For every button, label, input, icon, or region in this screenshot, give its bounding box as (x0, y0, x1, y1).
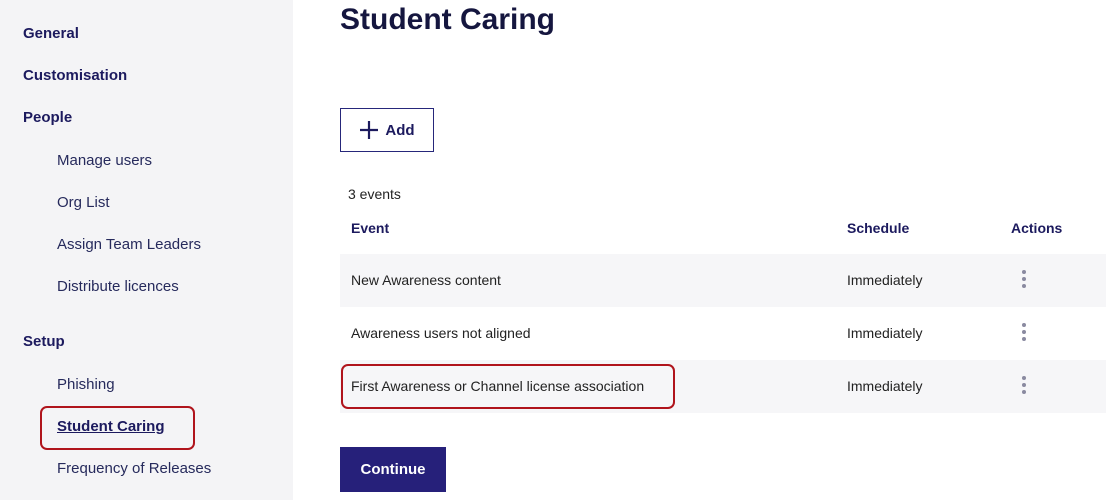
sidebar-item-phishing[interactable]: Phishing (57, 376, 115, 393)
sidebar-item-manage-users[interactable]: Manage users (57, 152, 152, 169)
table-row: New Awareness content Immediately (340, 254, 1106, 307)
sidebar-section-setup[interactable]: Setup (23, 333, 65, 350)
plus-icon (360, 121, 379, 139)
schedule-cell: Immediately (847, 325, 923, 341)
kebab-menu-icon[interactable] (1020, 270, 1028, 292)
add-button-label: Add (385, 121, 415, 139)
column-header-event: Event (351, 220, 390, 236)
sidebar-section-customisation[interactable]: Customisation (23, 67, 127, 84)
continue-button[interactable]: Continue (340, 447, 446, 492)
sidebar-section-people[interactable]: People (23, 109, 72, 126)
kebab-menu-icon[interactable] (1020, 376, 1028, 398)
schedule-cell: Immediately (847, 272, 923, 288)
event-cell: Awareness users not aligned (351, 325, 531, 341)
highlight-box-sidebar (40, 406, 195, 450)
sidebar-item-org-list[interactable]: Org List (57, 194, 110, 211)
sidebar-item-distribute-licences[interactable]: Distribute licences (57, 278, 179, 295)
kebab-menu-icon[interactable] (1020, 323, 1028, 345)
sidebar-item-assign-team-leaders[interactable]: Assign Team Leaders (57, 236, 201, 253)
schedule-cell: Immediately (847, 378, 923, 394)
highlight-box-event (341, 364, 675, 409)
add-button[interactable]: Add (340, 108, 434, 152)
column-header-schedule: Schedule (847, 220, 910, 236)
sidebar-item-frequency-of-releases[interactable]: Frequency of Releases (57, 460, 211, 477)
page-title: Student Caring (340, 3, 555, 36)
table-row: Awareness users not aligned Immediately (340, 307, 1106, 360)
sidebar-section-general[interactable]: General (23, 25, 79, 42)
events-count: 3 events (348, 186, 401, 202)
event-cell: New Awareness content (351, 272, 501, 288)
column-header-actions: Actions (1011, 220, 1063, 236)
